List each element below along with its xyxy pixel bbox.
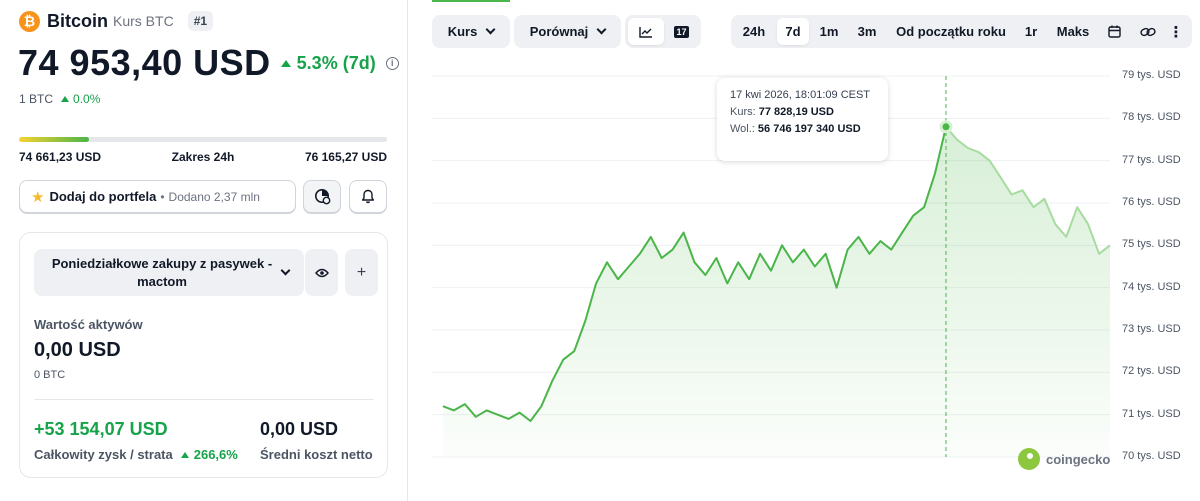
y-tick-label: 79 tys. USD bbox=[1122, 69, 1181, 81]
chart-tooltip: 17 kwi 2026, 18:01:09 CEST Kurs: 77 828,… bbox=[717, 78, 888, 161]
price-chart[interactable] bbox=[0, 0, 1200, 501]
y-tick-label: 72 tys. USD bbox=[1122, 365, 1181, 378]
y-tick-label: 75 tys. USD bbox=[1122, 238, 1181, 251]
coingecko-watermark: coingecko bbox=[1018, 448, 1110, 470]
y-tick-label: 70 tys. USD bbox=[1122, 450, 1181, 462]
tooltip-price-value: 77 828,19 USD bbox=[758, 106, 834, 118]
tooltip-volume-row: Wol.: 56 746 197 340 USD bbox=[730, 123, 875, 135]
y-tick-label: 76 tys. USD bbox=[1122, 196, 1181, 208]
tooltip-price-label: Kurs: bbox=[730, 106, 756, 118]
y-tick-label: 78 tys. USD bbox=[1122, 111, 1181, 124]
coingecko-logo-icon bbox=[1018, 448, 1040, 470]
highlight-point bbox=[939, 120, 953, 134]
tooltip-date: 17 kwi 2026, 18:01:09 CEST bbox=[730, 89, 871, 101]
y-tick-label: 73 tys. USD bbox=[1122, 323, 1181, 335]
watermark-text: coingecko bbox=[1046, 451, 1111, 467]
y-tick-label: 71 tys. USD bbox=[1122, 407, 1181, 420]
y-tick-label: 77 tys. USD bbox=[1122, 153, 1181, 166]
y-tick-label: 74 tys. USD bbox=[1122, 280, 1181, 293]
tooltip-price-row: Kurs: 77 828,19 USD bbox=[730, 106, 875, 118]
tooltip-volume-label: Wol.: bbox=[730, 123, 755, 135]
price-area bbox=[443, 126, 1110, 458]
tooltip-volume-value: 56 746 197 340 USD bbox=[757, 123, 861, 135]
